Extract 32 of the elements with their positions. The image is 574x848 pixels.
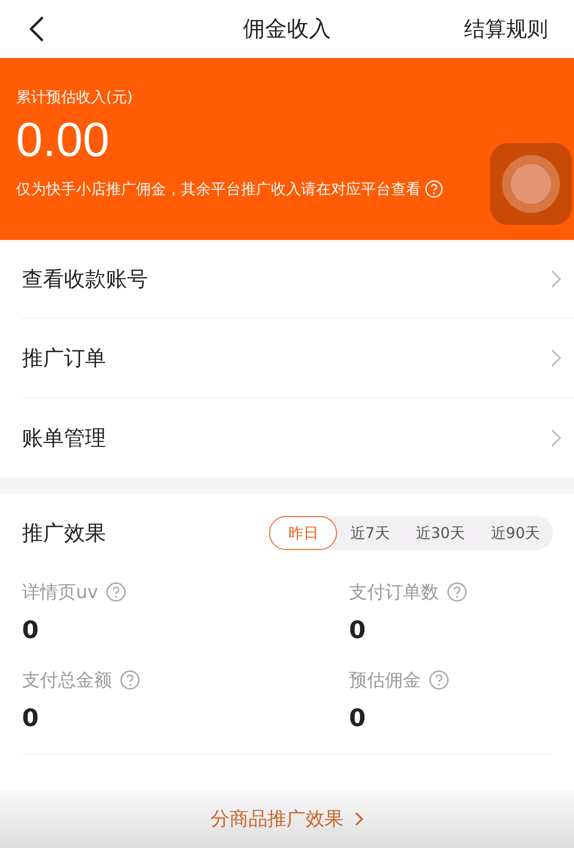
chevron-right-icon (550, 428, 562, 448)
stat-label: 支付总金额 (22, 669, 112, 692)
menu-item[interactable]: 推广订单 (22, 319, 574, 398)
earnings-label: 累计预估收入(元) (16, 88, 134, 107)
stat-label: 详情页uv (22, 581, 98, 604)
date-range-tab[interactable]: 近30天 (402, 516, 478, 550)
help-icon[interactable] (429, 670, 449, 690)
product-effect-link[interactable]: 分商品推广效果 (210, 806, 364, 832)
section-title: 推广效果 (22, 520, 106, 547)
help-icon[interactable] (447, 582, 467, 602)
stat-label: 预估佣金 (349, 669, 421, 692)
back-icon[interactable] (28, 16, 44, 42)
stat-value: 0 (349, 616, 367, 644)
date-range-tab[interactable]: 近90天 (478, 516, 553, 550)
assistive-touch-button[interactable] (490, 143, 572, 225)
chevron-right-icon (550, 269, 562, 289)
date-range-tab[interactable]: 昨日 (269, 516, 338, 550)
help-icon[interactable] (120, 670, 140, 690)
stat-label: 支付订单数 (349, 581, 439, 604)
page-title: 佣金收入 (243, 16, 331, 44)
chevron-right-icon (354, 811, 364, 827)
chevron-right-icon (550, 348, 562, 368)
date-range-tab[interactable]: 近7天 (337, 516, 403, 550)
stat-value: 0 (22, 616, 40, 644)
stat-value: 0 (22, 704, 40, 732)
settlement-rules-link[interactable]: 结算规则 (464, 15, 548, 43)
menu-item[interactable]: 查看收款账号 (22, 240, 574, 319)
stat-value: 0 (349, 704, 367, 732)
menu-item[interactable]: 账单管理 (22, 398, 574, 477)
earnings-amount: 0.00 (16, 115, 110, 168)
help-icon[interactable] (106, 582, 126, 602)
earnings-note: 仅为快手小店推广佣金，其余平台推广收入请在对应平台查看 (16, 180, 421, 199)
